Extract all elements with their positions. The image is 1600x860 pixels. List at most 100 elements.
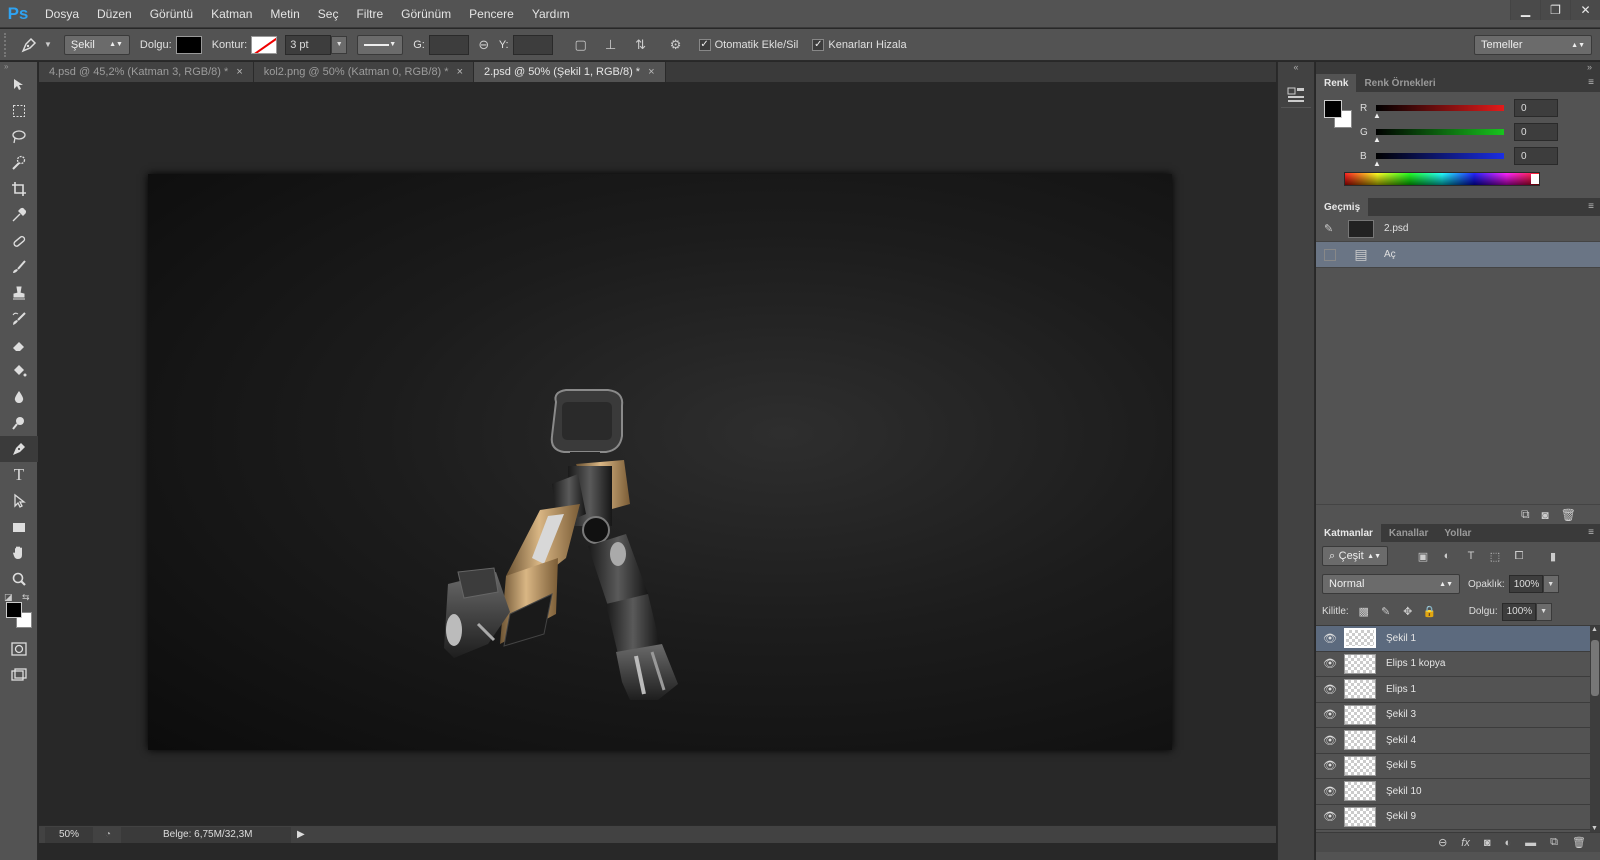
fill-swatch[interactable] <box>175 35 202 54</box>
slider-thumb-icon[interactable]: ▲ <box>1373 111 1381 120</box>
link-layers-icon[interactable]: ⊖ <box>1438 836 1447 849</box>
layer-row[interactable]: 👁 Şekil 1 <box>1316 626 1600 652</box>
status-options-icon[interactable]: ◔ <box>99 828 117 842</box>
history-step[interactable]: ▤ Aç <box>1316 242 1600 268</box>
pen-icon[interactable] <box>14 33 44 57</box>
lock-pixels-icon[interactable]: ✎ <box>1375 605 1397 618</box>
tab-history[interactable]: Geçmiş <box>1316 198 1369 216</box>
layer-row[interactable]: 👁 Şekil 4 <box>1316 728 1600 754</box>
filter-toggle-icon[interactable]: ▮ <box>1542 550 1564 563</box>
close-tab-icon[interactable]: × <box>648 66 654 78</box>
tool-mode-select[interactable]: Şekil ▲▼ <box>63 34 130 55</box>
align-edges-option[interactable]: ✓ Kenarları Hizala <box>812 38 907 51</box>
blur-icon[interactable] <box>0 384 38 410</box>
panel-menu-icon[interactable]: ≡ <box>1588 527 1594 538</box>
eye-icon[interactable]: 👁 <box>1316 734 1344 747</box>
auto-add-delete-checkbox[interactable]: ✓ <box>698 38 711 51</box>
green-value-input[interactable]: 0 <box>1514 123 1558 141</box>
status-menu-arrow-icon[interactable]: ▶ <box>297 829 305 840</box>
hand-icon[interactable] <box>0 540 38 566</box>
menu-file[interactable]: Dosya <box>36 0 88 28</box>
blue-value-input[interactable]: 0 <box>1514 147 1558 165</box>
dodge-icon[interactable] <box>0 410 38 436</box>
blue-slider[interactable]: ▲ <box>1373 153 1504 168</box>
filter-image-icon[interactable]: ▣ <box>1412 550 1434 563</box>
layer-row[interactable]: 👁 Elips 1 <box>1316 677 1600 703</box>
menu-image[interactable]: Görüntü <box>141 0 202 28</box>
filter-type-icon[interactable]: T <box>1460 550 1482 562</box>
menu-layer[interactable]: Katman <box>202 0 261 28</box>
tab-document-2psd[interactable]: 2.psd @ 50% (Şekil 1, RGB/8) * × <box>474 62 666 82</box>
scroll-down-icon[interactable]: ▼ <box>1591 825 1598 832</box>
menu-type[interactable]: Metin <box>261 0 308 28</box>
height-input[interactable] <box>512 34 553 55</box>
panel-menu-icon[interactable]: ≡ <box>1588 201 1594 212</box>
stamp-icon[interactable] <box>0 280 38 306</box>
options-grip[interactable] <box>4 32 14 57</box>
quick-select-icon[interactable] <box>0 150 38 176</box>
swap-colors-icon[interactable]: ⇆ <box>22 592 30 603</box>
expand-panels-icon[interactable]: « <box>1278 62 1314 74</box>
layers-scrollbar[interactable]: ▲ ▼ <box>1590 626 1600 832</box>
document-canvas[interactable] <box>148 174 1172 750</box>
history-brush-icon[interactable] <box>0 306 38 332</box>
type-icon[interactable]: T <box>0 462 38 488</box>
eye-icon[interactable]: 👁 <box>1316 759 1344 772</box>
tab-paths[interactable]: Yollar <box>1436 524 1479 542</box>
tools-collapse-icon[interactable]: » <box>0 62 37 72</box>
camera-icon[interactable]: ◙ <box>1542 508 1549 522</box>
menu-window[interactable]: Pencere <box>460 0 523 28</box>
path-alignment-icon[interactable]: ⊥ <box>599 34 623 56</box>
lock-transparency-icon[interactable]: ▩ <box>1353 605 1375 618</box>
stroke-width-dropdown[interactable]: ▼ <box>331 35 348 54</box>
restore-button[interactable]: ❐ <box>1540 0 1570 20</box>
layer-row[interactable]: 👁 Şekil 3 <box>1316 703 1600 728</box>
tab-document-kol2png[interactable]: kol2.png @ 50% (Katman 0, RGB/8) * × <box>253 62 474 82</box>
close-button[interactable]: ✕ <box>1570 0 1600 20</box>
opacity-input[interactable]: 100% <box>1508 575 1543 593</box>
eye-icon[interactable]: 👁 <box>1316 810 1344 823</box>
zoom-level[interactable]: 50% <box>45 826 93 843</box>
layer-row[interactable]: 👁 Elips 1 kopya <box>1316 652 1600 677</box>
layer-row[interactable]: 👁 Şekil 10 <box>1316 779 1600 805</box>
tab-document-4psd[interactable]: 4.psd @ 45,2% (Katman 3, RGB/8) * × <box>39 62 254 82</box>
lasso-icon[interactable] <box>0 124 38 150</box>
history-step-checkbox[interactable] <box>1324 248 1336 261</box>
quick-mask-icon[interactable] <box>0 636 38 662</box>
layer-style-icon[interactable]: fx <box>1461 837 1470 849</box>
opacity-dropdown[interactable]: ▼ <box>1542 575 1559 593</box>
foreground-color[interactable] <box>6 602 22 618</box>
layer-filter-select[interactable]: ⌕ Çeşit ▲▼ <box>1322 546 1388 566</box>
lock-position-icon[interactable]: ✥ <box>1397 605 1419 618</box>
eye-icon[interactable]: 👁 <box>1316 657 1344 670</box>
trash-icon[interactable]: 🗑 <box>1572 836 1586 849</box>
red-slider[interactable]: ▲ <box>1373 105 1504 120</box>
add-mask-icon[interactable]: ◙ <box>1484 837 1491 849</box>
adjustment-layer-icon[interactable]: ◐ <box>1505 837 1512 849</box>
canvas-area[interactable] <box>39 82 1276 825</box>
stroke-type-select[interactable]: ▼ <box>357 34 404 55</box>
filter-adjustment-icon[interactable]: ◐ <box>1436 550 1458 562</box>
path-operations-icon[interactable]: ▢ <box>569 34 593 56</box>
history-brush-source-icon[interactable]: ✎ <box>1324 222 1340 235</box>
filter-shape-icon[interactable]: ⬚ <box>1484 550 1506 563</box>
red-value-input[interactable]: 0 <box>1514 99 1558 117</box>
fill-opacity-dropdown[interactable]: ▼ <box>1535 602 1552 621</box>
slider-thumb-icon[interactable]: ▲ <box>1373 135 1381 144</box>
layer-row[interactable]: 👁 Şekil 5 <box>1316 754 1600 779</box>
new-layer-icon[interactable]: ⧉ <box>1550 836 1558 849</box>
path-arrangement-icon[interactable]: ⇅ <box>629 34 653 56</box>
move-icon[interactable] <box>0 72 38 98</box>
eye-icon[interactable]: 👁 <box>1316 632 1344 645</box>
workspace-select[interactable]: Temeller ▲▼ <box>1474 35 1592 55</box>
eye-icon[interactable]: 👁 <box>1316 708 1344 721</box>
bucket-icon[interactable] <box>0 358 38 384</box>
collapse-panels-icon[interactable]: » <box>1316 62 1600 74</box>
tab-swatches[interactable]: Renk Örnekleri <box>1356 74 1443 92</box>
panel-menu-icon[interactable]: ≡ <box>1588 77 1594 88</box>
fill-opacity-input[interactable]: 100% <box>1501 602 1536 621</box>
menu-view[interactable]: Görünüm <box>392 0 460 28</box>
minimize-button[interactable]: ▁ <box>1510 0 1540 20</box>
stroke-swatch[interactable] <box>251 35 278 54</box>
slider-thumb-icon[interactable]: ▲ <box>1373 159 1381 168</box>
